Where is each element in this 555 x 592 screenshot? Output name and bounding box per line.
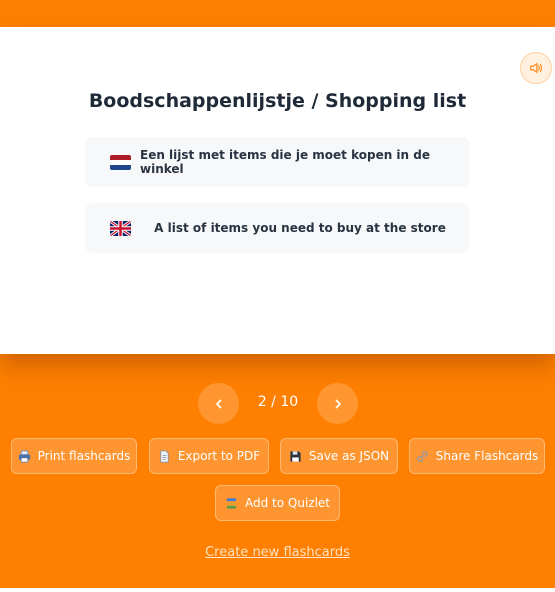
speaker-icon [530, 63, 542, 73]
add-to-quizlet-button[interactable]: Add to Quizlet [215, 485, 340, 521]
card-title: Boodschappenlijstje / Shopping list [88, 90, 467, 112]
export-pdf-label: Export to PDF [177, 449, 261, 463]
next-card-button[interactable] [317, 383, 358, 424]
phrase-dutch-text: Een lijst met items die je moet kopen in… [140, 148, 430, 176]
create-new-flashcards-link[interactable]: Create new flashcards [0, 545, 555, 560]
phrase-english: A list of items you need to buy at the s… [85, 203, 470, 253]
card-counter: 2 / 10 [257, 394, 299, 410]
document-icon [160, 450, 169, 462]
printer-icon [18, 450, 30, 462]
save-json-label: Save as JSON [308, 449, 390, 463]
link-icon [417, 450, 428, 462]
flashcard[interactable] [0, 27, 555, 354]
books-icon [226, 497, 237, 509]
bottom-strip [0, 588, 555, 592]
save-json-button[interactable]: Save as JSON [280, 438, 398, 474]
speaker-button[interactable] [520, 52, 552, 84]
floppy-disk-icon [290, 450, 301, 462]
print-flashcards-label: Print flashcards [37, 449, 131, 463]
print-flashcards-button[interactable]: Print flashcards [11, 438, 137, 474]
share-flashcards-label: Share Flashcards [435, 449, 539, 463]
chevron-right-icon [335, 399, 341, 408]
phrase-english-text: A list of items you need to buy at the s… [154, 221, 446, 235]
netherlands-flag-icon [110, 155, 131, 170]
share-flashcards-button[interactable]: Share Flashcards [409, 438, 545, 474]
chevron-left-icon [215, 399, 221, 408]
phrase-dutch: Een lijst met items die je moet kopen in… [85, 137, 470, 187]
export-pdf-button[interactable]: Export to PDF [149, 438, 269, 474]
previous-card-button[interactable] [198, 383, 239, 424]
uk-flag-icon [110, 221, 131, 236]
add-to-quizlet-label: Add to Quizlet [244, 496, 330, 510]
